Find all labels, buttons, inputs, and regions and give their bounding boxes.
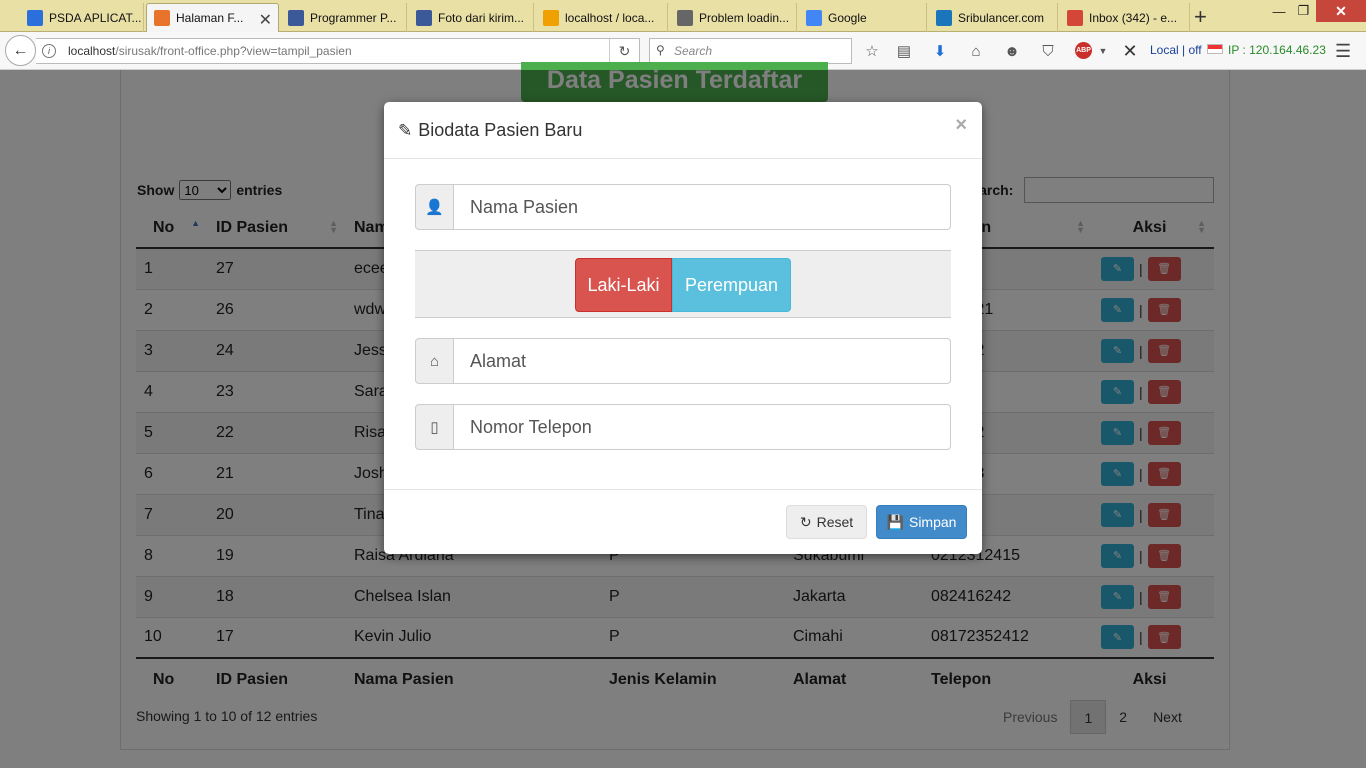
browser-search-input[interactable] — [674, 42, 844, 60]
window-close-icon[interactable]: ✕ — [1316, 0, 1366, 22]
x-extension-icon[interactable]: ✕ — [1120, 41, 1140, 61]
tab-label: localhost / loca... — [565, 10, 655, 25]
telepon-input-group: ▯ — [415, 404, 951, 450]
browser-tab[interactable]: Inbox (342) - e... — [1060, 3, 1190, 32]
perempuan-button[interactable]: Perempuan — [672, 258, 791, 312]
url-bar[interactable]: i localhost/sirusak/front-office.php?vie… — [36, 38, 640, 64]
reset-button[interactable]: ↻ Reset — [786, 505, 867, 539]
facebook-icon — [288, 9, 304, 26]
floppy-disk-icon: 💾 — [886, 513, 904, 530]
edit-icon: ✎ — [398, 120, 413, 140]
sribulancer-icon — [936, 9, 952, 26]
gender-selector: Laki-Laki Perempuan — [415, 250, 951, 318]
tab-label: Inbox (342) - e... — [1089, 10, 1178, 25]
chevron-down-icon[interactable]: ▼ — [1093, 41, 1113, 61]
browser-search-box[interactable]: ⚲ — [649, 38, 852, 64]
orange-doc-icon — [154, 10, 170, 26]
local-status[interactable]: Local | off — [1150, 43, 1202, 57]
download-icon[interactable]: ⬇ — [930, 41, 950, 61]
home-icon[interactable]: ⌂ — [966, 41, 986, 61]
reading-list-icon[interactable]: ▤ — [894, 41, 914, 61]
drop-icon — [27, 9, 43, 26]
browser-tab[interactable]: Google — [799, 3, 927, 32]
nama-input-group: 👤 — [415, 184, 951, 230]
browser-tab[interactable]: localhost / loca... — [536, 3, 668, 32]
refresh-icon: ↻ — [799, 513, 812, 530]
browser-tab[interactable]: Halaman F... ✕ — [146, 3, 279, 32]
info-icon[interactable]: i — [42, 44, 56, 58]
reset-label: Reset — [816, 514, 854, 530]
tab-label: Foto dari kirim... — [438, 10, 525, 25]
tab-label: Halaman F... — [176, 11, 244, 25]
home-icon: ⌂ — [415, 338, 454, 384]
browser-tab-bar: PSDA APLICAT... Halaman F... ✕ Programmer P… — [0, 0, 1366, 32]
browser-tab[interactable]: Programmer P... — [281, 3, 407, 32]
modal-close-icon[interactable]: × — [955, 114, 967, 137]
browser-tab[interactable]: Sribulancer.com — [929, 3, 1058, 32]
alamat-input-group: ⌂ — [415, 338, 951, 384]
back-button[interactable]: ← — [5, 35, 36, 66]
facebook-icon — [416, 9, 432, 26]
modal-header: ✎ Biodata Pasien Baru × — [384, 102, 982, 159]
url-text[interactable]: localhost/sirusak/front-office.php?view=… — [68, 44, 352, 58]
restore-icon[interactable]: ❐ — [1291, 0, 1316, 22]
reload-icon[interactable]: ↻ — [609, 39, 639, 63]
nama-pasien-input[interactable] — [454, 184, 951, 230]
warning-icon — [677, 9, 693, 26]
menu-icon[interactable]: ☰ — [1335, 41, 1351, 62]
ip-address: IP : 120.164.46.23 — [1228, 43, 1326, 57]
tab-label: Sribulancer.com — [958, 10, 1045, 25]
bookmark-star-icon[interactable]: ☆ — [862, 41, 882, 61]
modal-footer: ↻ Reset 💾 Simpan — [384, 489, 982, 554]
tab-label: Programmer P... — [310, 10, 397, 25]
alamat-input[interactable] — [454, 338, 951, 384]
flag-icon — [1207, 44, 1223, 54]
search-icon: ⚲ — [656, 43, 665, 57]
adblock-icon[interactable]: ABP — [1075, 42, 1092, 59]
google-icon — [806, 9, 822, 26]
browser-tab[interactable]: Foto dari kirim... — [409, 3, 534, 32]
new-patient-modal: ✎ Biodata Pasien Baru × 👤 Laki-Laki Pere… — [384, 102, 982, 554]
tab-label: Problem loadin... — [699, 10, 790, 25]
tab-close-icon[interactable]: ✕ — [259, 10, 272, 30]
browser-tab[interactable]: PSDA APLICAT... — [20, 3, 144, 32]
back-arrow-icon: ← — [12, 41, 29, 59]
laki-laki-button[interactable]: Laki-Laki — [575, 258, 672, 312]
nomor-telepon-input[interactable] — [454, 404, 951, 450]
new-tab-button[interactable]: + — [1194, 4, 1207, 30]
pocket-icon[interactable]: ⛉ — [1038, 41, 1058, 61]
modal-title-text: Biodata Pasien Baru — [418, 120, 583, 140]
user-icon: 👤 — [415, 184, 454, 230]
tab-label: Google — [828, 10, 867, 25]
gmail-icon — [1067, 9, 1083, 26]
simpan-label: Simpan — [908, 514, 957, 530]
simpan-button[interactable]: 💾 Simpan — [876, 505, 967, 539]
mobile-phone-icon: ▯ — [415, 404, 454, 450]
minimize-icon[interactable]: — — [1267, 0, 1291, 22]
modal-title: ✎ Biodata Pasien Baru — [398, 120, 582, 141]
tab-label: PSDA APLICAT... — [49, 10, 142, 25]
phpmyadmin-icon — [543, 9, 559, 26]
browser-tab[interactable]: Problem loadin... — [670, 3, 797, 32]
emoji-icon[interactable]: ☻ — [1002, 41, 1022, 61]
